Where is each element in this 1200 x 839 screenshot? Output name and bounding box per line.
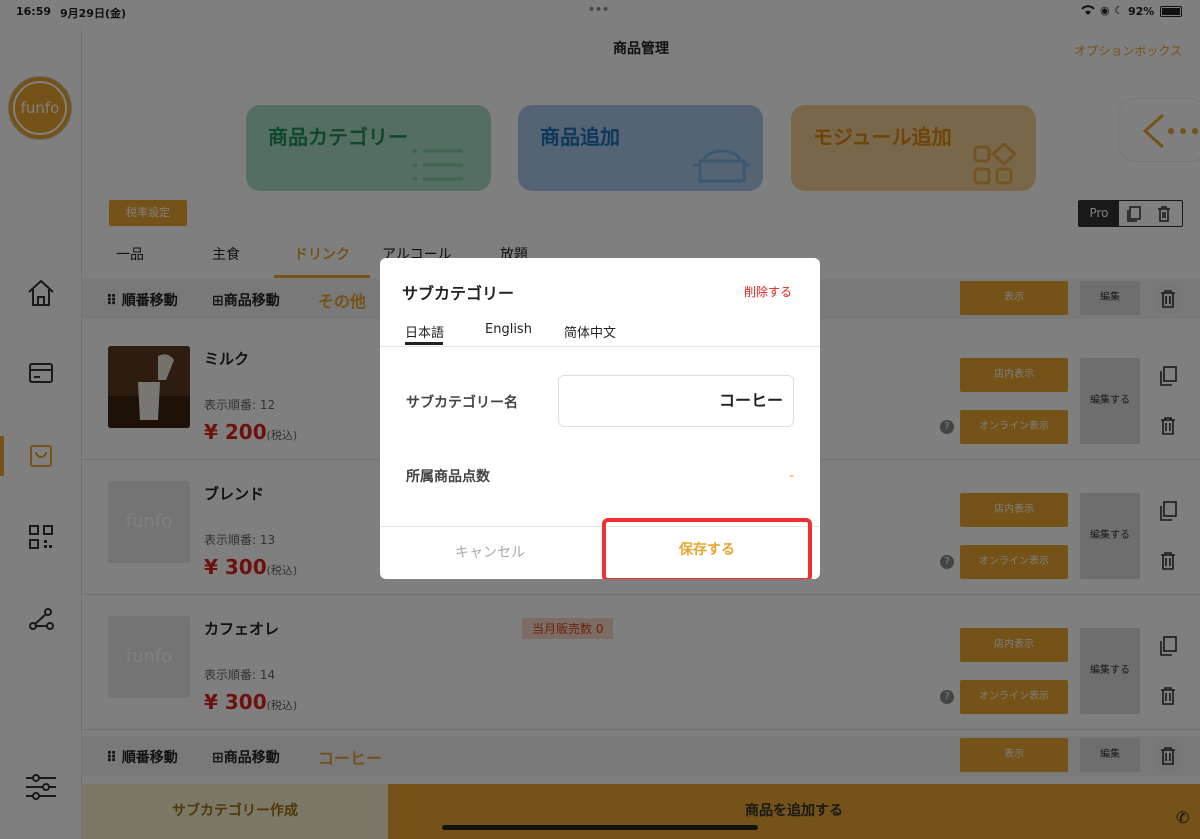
save-button[interactable]: 保存する	[602, 518, 812, 579]
lang-tab-japanese[interactable]: 日本語	[405, 322, 444, 341]
product-count-label: 所属商品点数	[406, 469, 490, 485]
subcategory-dialog: サブカテゴリー 削除する 日本語 English 简体中文 サブカテゴリー名 コ…	[380, 258, 820, 579]
lang-tab-english[interactable]: English	[485, 322, 532, 337]
delete-button[interactable]: 削除する	[744, 283, 792, 300]
home-indicator	[442, 825, 758, 830]
dialog-title: サブカテゴリー	[402, 284, 515, 303]
lang-tab-chinese[interactable]: 简体中文	[564, 322, 616, 341]
divider	[380, 346, 820, 347]
subcategory-name-input[interactable]: コーヒー	[558, 375, 794, 427]
cancel-button[interactable]: キャンセル	[380, 527, 600, 579]
subcategory-name-label: サブカテゴリー名	[406, 395, 518, 411]
product-count-value: -	[788, 468, 794, 484]
lang-tab-underline	[405, 342, 443, 345]
